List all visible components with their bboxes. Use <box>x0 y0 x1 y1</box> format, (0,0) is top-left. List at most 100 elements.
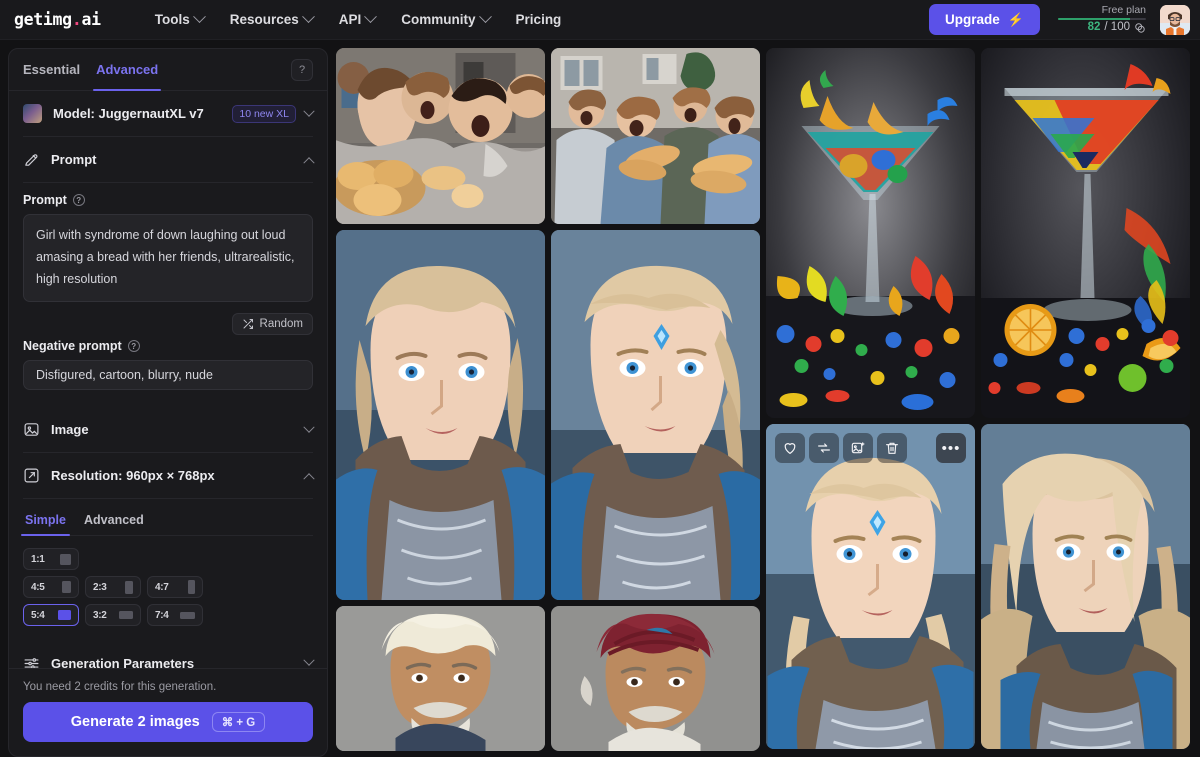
generate-button[interactable]: Generate 2 images ⌘ + G <box>23 702 313 742</box>
credits-counter: 82 / 100 <box>1088 21 1146 34</box>
nav-label: Tools <box>154 12 190 27</box>
chevron-down-icon <box>478 10 492 24</box>
shuffle-icon <box>243 319 253 329</box>
image-section-row[interactable]: Image <box>23 407 315 453</box>
aspect-shape <box>58 610 71 620</box>
gallery-item[interactable] <box>551 230 760 600</box>
settings-panel: Essential Advanced ? Model: JuggernautXL… <box>8 48 328 757</box>
chevron-down-icon <box>303 654 315 666</box>
resolution-section-row[interactable]: Resolution: 960px × 768px <box>23 453 315 499</box>
more-dots-icon[interactable]: ••• <box>936 433 966 463</box>
logo-text: getimg <box>14 10 72 29</box>
aspect-ratio-4-5[interactable]: 4:5 <box>23 576 79 598</box>
logo-suffix: ai <box>81 10 101 29</box>
subtab-simple[interactable]: Simple <box>21 505 70 536</box>
gallery-item[interactable] <box>766 48 975 418</box>
gallery-item[interactable] <box>336 606 545 751</box>
aspect-ratio-7-4[interactable]: 7:4 <box>147 604 203 626</box>
aspect-ratio-label: 4:5 <box>31 581 45 593</box>
prompt-field-label-row: Prompt ? <box>23 193 313 207</box>
aspect-ratio-4-7[interactable]: 4:7 <box>147 576 203 598</box>
image-section-label: Image <box>51 422 89 437</box>
nav-label: Resources <box>229 12 299 27</box>
aspect-ratio-2-3[interactable]: 2:3 <box>85 576 141 598</box>
settings-scroll-area[interactable]: Model: JuggernautXL v7 10 new XL Prompt <box>9 91 327 668</box>
negative-prompt-label: Negative prompt <box>23 339 122 353</box>
aspect-shape <box>125 580 133 594</box>
aspect-shape <box>62 581 71 593</box>
aspect-ratio-row: 1:1 <box>23 548 313 570</box>
model-label: Model: JuggernautXL v7 <box>53 106 204 121</box>
gallery-item[interactable] <box>981 424 1190 749</box>
aspect-shape <box>60 553 71 565</box>
random-prompt-button[interactable]: Random <box>231 313 313 335</box>
aspect-ratio-label: 4:7 <box>155 581 169 593</box>
app-logo[interactable]: getimg.ai <box>14 10 101 29</box>
tab-label: Essential <box>23 62 81 77</box>
chevron-down-icon <box>301 10 315 24</box>
refresh-icon[interactable] <box>809 433 839 463</box>
upgrade-label: Upgrade <box>945 12 1000 27</box>
tab-advanced[interactable]: Advanced <box>93 49 162 91</box>
user-avatar[interactable] <box>1160 4 1190 35</box>
subtab-advanced[interactable]: Advanced <box>82 505 146 535</box>
top-right-cluster: Upgrade ⚡ Free plan 82 / 100 <box>929 4 1190 35</box>
gallery-item[interactable] <box>551 606 760 751</box>
aspect-ratio-3-2[interactable]: 3:2 <box>85 604 141 626</box>
resolution-subtab-bar: Simple Advanced <box>21 505 313 536</box>
nav-item-pricing[interactable]: Pricing <box>506 6 572 33</box>
negative-prompt-input[interactable] <box>23 360 313 390</box>
nav-label: Community <box>401 12 476 27</box>
prompt-field-label: Prompt <box>23 193 67 207</box>
image-hover-toolbar: ••• <box>775 433 966 463</box>
random-label: Random <box>259 318 303 330</box>
tab-label: Advanced <box>96 62 159 77</box>
upgrade-button[interactable]: Upgrade ⚡ <box>929 4 1040 35</box>
gallery-item[interactable]: ••• <box>766 424 975 749</box>
gallery-item[interactable] <box>981 48 1190 418</box>
plan-label: Free plan <box>1101 4 1146 17</box>
question-mark-icon[interactable]: ? <box>127 340 140 352</box>
question-mark-icon[interactable]: ? <box>291 58 313 81</box>
gallery-item[interactable] <box>336 230 545 600</box>
chevron-down-icon <box>303 105 315 117</box>
aspect-ratio-1-1[interactable]: 1:1 <box>23 548 79 570</box>
tab-essential[interactable]: Essential <box>23 49 80 91</box>
heart-icon[interactable] <box>775 433 805 463</box>
nav-item-tools[interactable]: Tools <box>145 6 214 33</box>
settings-sidebar: Essential Advanced ? Model: JuggernautXL… <box>0 40 336 757</box>
gallery-item[interactable] <box>551 48 760 224</box>
prompt-input[interactable] <box>23 214 313 302</box>
trash-icon[interactable] <box>877 433 907 463</box>
prompt-section-label: Prompt <box>51 152 97 167</box>
nav-item-community[interactable]: Community <box>391 6 499 33</box>
aspect-ratio-grid: 1:1 4:5 2:3 4:7 5:4 3:2 7:4 <box>23 536 313 640</box>
nav-item-api[interactable]: API <box>329 6 386 33</box>
bolt-icon: ⚡ <box>1007 11 1024 27</box>
logo-dot: . <box>71 10 82 29</box>
model-badge[interactable]: 10 new XL <box>232 104 296 123</box>
prompt-section-header[interactable]: Prompt <box>23 137 315 183</box>
image-enhance-icon[interactable] <box>843 433 873 463</box>
image-gallery[interactable]: ••• <box>336 40 1200 757</box>
chevron-up-icon <box>303 156 315 168</box>
negative-prompt-field-group: Negative prompt ? <box>23 337 313 395</box>
question-mark-icon[interactable]: ? <box>72 194 85 206</box>
aspect-shape <box>180 611 195 619</box>
image-icon <box>23 421 40 438</box>
generation-parameters-label: Generation Parameters <box>51 655 195 669</box>
aspect-ratio-label: 1:1 <box>31 553 45 565</box>
subtab-label: Advanced <box>84 513 144 527</box>
top-navigation-bar: getimg.ai Tools Resources API Community … <box>0 0 1200 40</box>
model-selector-row[interactable]: Model: JuggernautXL v7 10 new XL <box>23 91 315 137</box>
gallery-item[interactable] <box>336 48 545 224</box>
aspect-ratio-5-4[interactable]: 5:4 <box>23 604 79 626</box>
plan-credits-widget[interactable]: Free plan 82 / 100 <box>1054 5 1146 34</box>
negative-prompt-label-row: Negative prompt ? <box>23 339 313 353</box>
expand-icon <box>23 467 40 484</box>
chevron-down-icon <box>303 421 315 433</box>
generated-image-viking-1 <box>336 230 545 600</box>
nav-item-resources[interactable]: Resources <box>220 6 323 33</box>
generation-parameters-row[interactable]: Generation Parameters <box>23 640 315 669</box>
generated-image-bread-group-2 <box>551 48 760 224</box>
